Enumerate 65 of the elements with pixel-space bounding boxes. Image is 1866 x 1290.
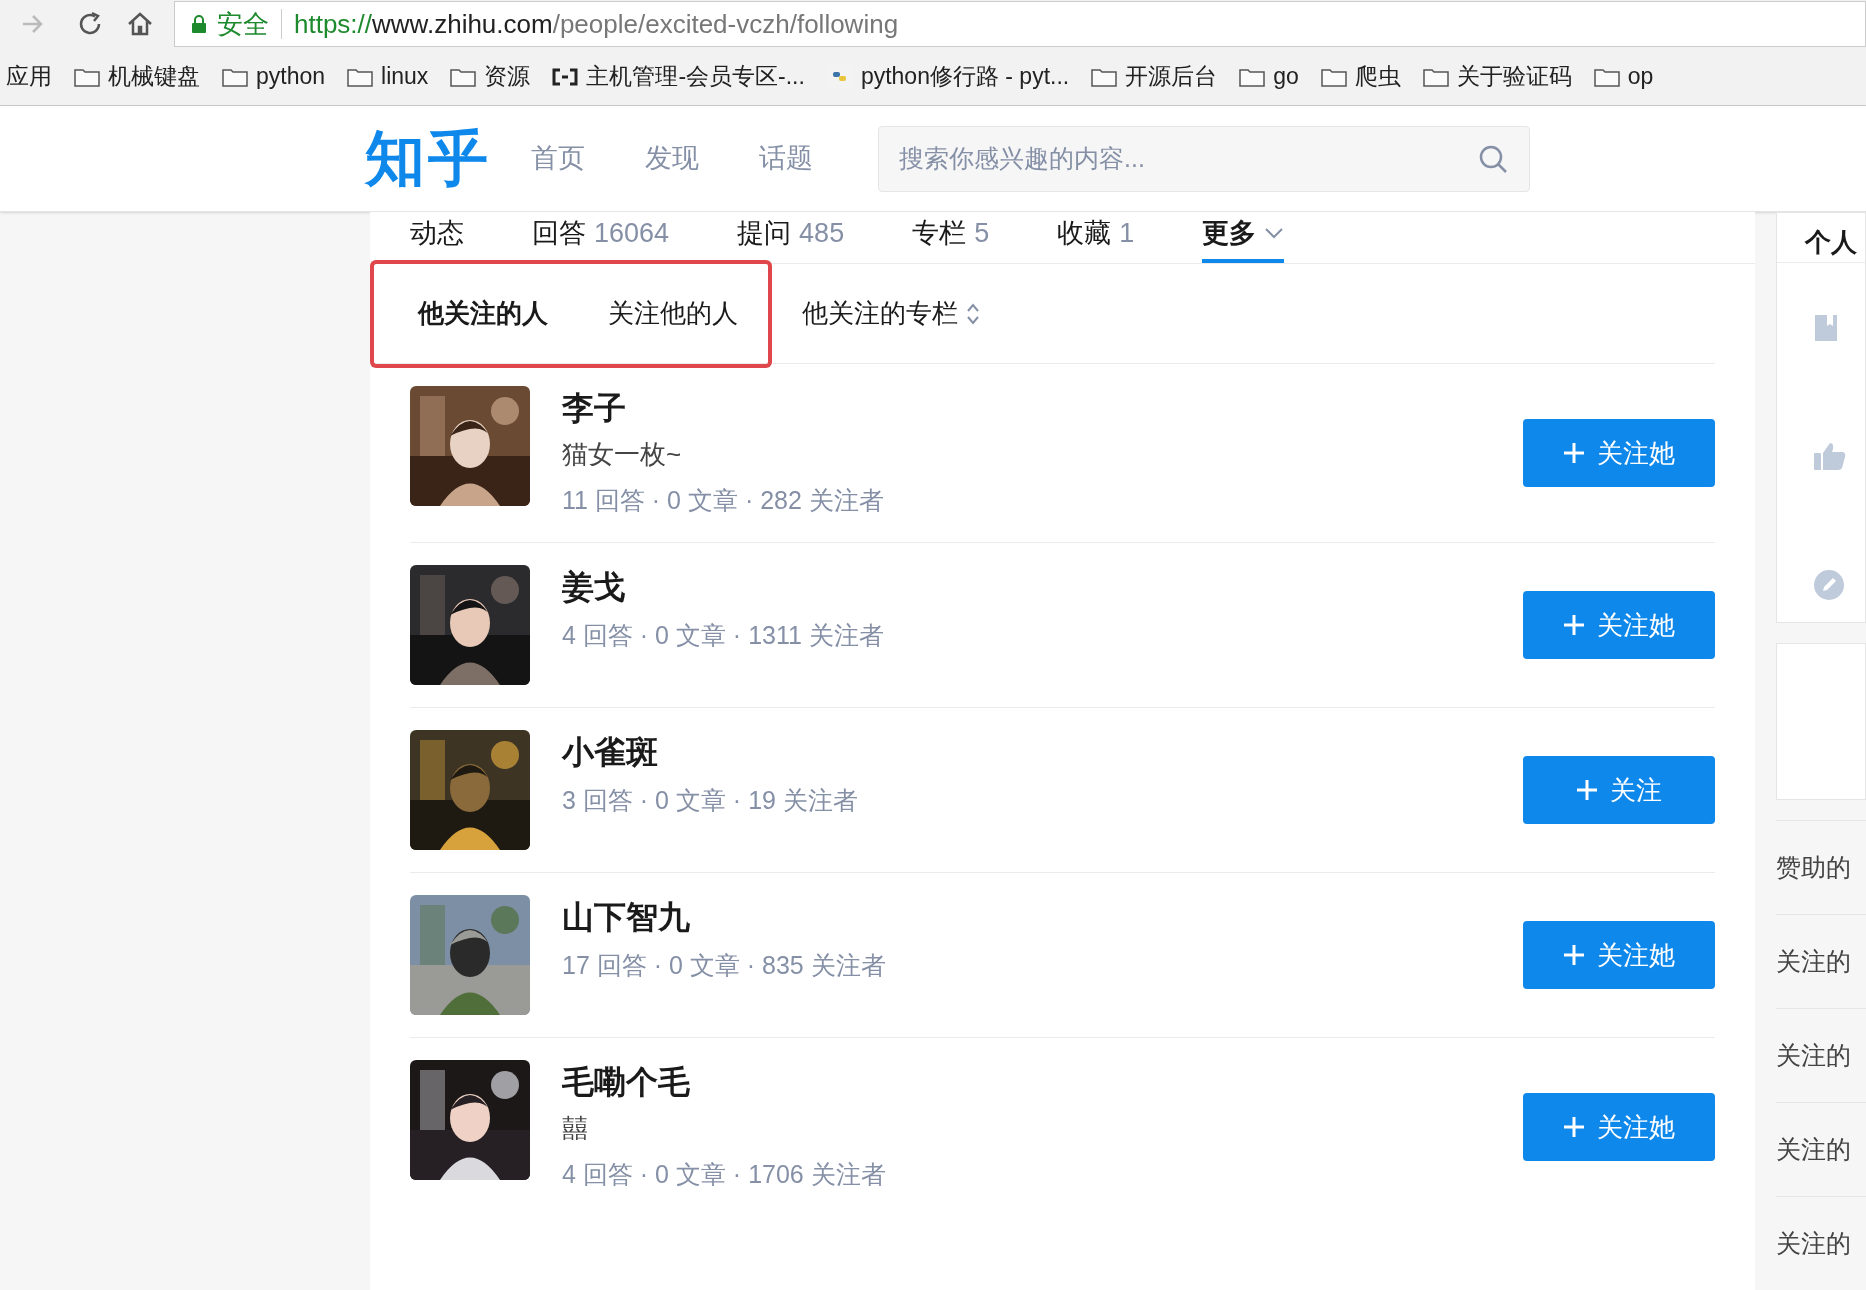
user-stats: 4 回答 · 0 文章 · 1311 关注者: [562, 620, 885, 651]
follow-button[interactable]: 关注她: [1523, 419, 1715, 487]
profile-tab[interactable]: 收藏 1: [1057, 212, 1135, 263]
bracket-icon: [552, 67, 579, 86]
secure-label: 安全: [217, 7, 269, 41]
plus-icon: [1576, 779, 1598, 801]
sidebar-link[interactable]: 关注的: [1776, 1224, 1851, 1263]
home-icon[interactable]: [126, 10, 154, 38]
pencil-icon: [1813, 569, 1845, 601]
plus-icon: [1563, 614, 1585, 636]
address-field[interactable]: 安全 https://www.zhihu.com/people/excited-vczh/following: [174, 1, 1866, 47]
bookmark-label[interactable]: 开源后台: [1125, 59, 1218, 94]
user-stats: 11 回答 · 0 文章 · 282 关注者: [562, 485, 885, 516]
sidebar-title: 个人: [1805, 226, 1857, 259]
user-name[interactable]: 小雀斑: [562, 730, 1523, 774]
plus-icon: [1563, 944, 1585, 966]
bookmark-label[interactable]: linux: [381, 59, 429, 94]
folder-icon: [74, 66, 100, 87]
folder-icon: [1422, 66, 1449, 87]
site-logo[interactable]: 知乎: [365, 113, 491, 204]
folder-icon: [1320, 66, 1347, 87]
follow-button[interactable]: 关注: [1523, 756, 1715, 824]
search-bar[interactable]: 搜索你感兴趣的内容...: [878, 125, 1530, 192]
follow-button[interactable]: 关注她: [1523, 591, 1715, 659]
plus-icon: [1563, 442, 1585, 464]
sidebar-link[interactable]: 赞助的: [1776, 848, 1851, 887]
sub-tab[interactable]: 他关注的人: [370, 259, 578, 368]
follow-button[interactable]: 关注她: [1523, 1093, 1715, 1161]
profile-tab[interactable]: 更多: [1202, 212, 1285, 263]
bookmark-label[interactable]: go: [1273, 59, 1299, 94]
bookmark-label[interactable]: 应用: [6, 59, 52, 94]
user-name[interactable]: 姜戈: [562, 565, 1523, 609]
user-stats: 17 回答 · 0 文章 · 835 关注者: [562, 950, 887, 981]
bookmark-label[interactable]: 爬虫: [1354, 59, 1401, 94]
user-stats: 3 回答 · 0 文章 · 19 关注者: [562, 785, 859, 816]
bookmark-icon: [1813, 313, 1839, 343]
bookmark-label[interactable]: python: [256, 59, 326, 94]
bookmark-label[interactable]: 机械键盘: [108, 59, 200, 94]
sidebar-link[interactable]: 关注的: [1776, 942, 1851, 981]
folder-icon: [222, 66, 248, 87]
follow-button[interactable]: 关注她: [1523, 921, 1715, 989]
user-bio: 猫女一枚~: [562, 438, 683, 471]
user-stats: 4 回答 · 0 文章 · 1706 关注者: [562, 1159, 887, 1190]
user-name[interactable]: 李子: [562, 386, 1523, 430]
bookmark-label[interactable]: 资源: [484, 59, 531, 94]
bookmark-label[interactable]: 关于验证码: [1456, 59, 1572, 94]
lock-icon: [191, 14, 207, 34]
folder-icon: [347, 66, 374, 87]
sidebar-link[interactable]: 关注的: [1776, 1036, 1851, 1075]
folder-icon: [1091, 66, 1118, 87]
folder-icon: [1239, 66, 1266, 87]
folder-icon: [450, 66, 477, 87]
bookmark-label[interactable]: op: [1627, 59, 1654, 94]
user-name[interactable]: 山下智九: [562, 895, 1523, 939]
sub-tab[interactable]: 关注他的人: [578, 259, 772, 368]
folder-icon: [1593, 66, 1620, 87]
thumbs-up-icon: [1813, 441, 1847, 471]
bookmark-label[interactable]: python修行路 - pyt...: [860, 59, 1070, 94]
user-bio: 囍: [562, 1112, 589, 1145]
url-text: https://www.zhihu.com/people/excited-vczh/following: [294, 7, 899, 41]
bookmark-label[interactable]: 主机管理-会员专区-...: [586, 59, 805, 94]
user-name[interactable]: 毛嘞个毛: [562, 1060, 1523, 1104]
sidebar-link[interactable]: 关注的: [1776, 1130, 1851, 1169]
search-field[interactable]: 搜索你感兴趣的内容...: [899, 139, 1477, 178]
plus-icon: [1563, 1116, 1585, 1138]
